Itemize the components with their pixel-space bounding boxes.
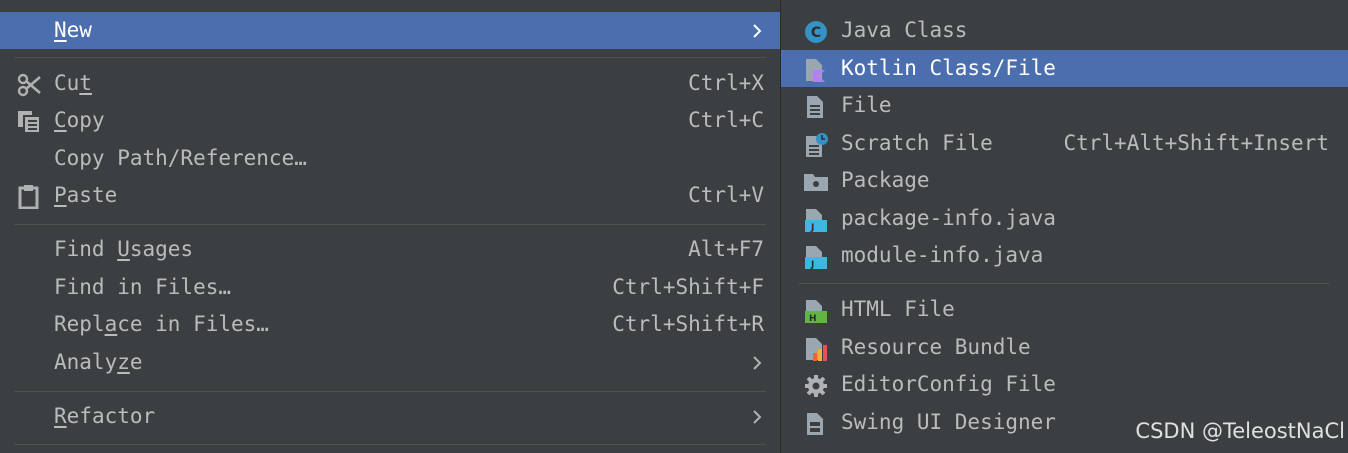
scratch-file-icon: [803, 132, 829, 157]
file-icon: [803, 94, 829, 118]
submenu-item-label: Kotlin Class/File: [841, 56, 1056, 80]
submenu-item-label: Resource Bundle: [841, 335, 1031, 359]
menu-item-copy-path[interactable]: Copy Path/Reference…: [0, 140, 780, 177]
submenu-item-shortcut: Ctrl+Alt+Shift+Insert: [1063, 131, 1329, 155]
menu-item-copy-shortcut: Ctrl+C: [688, 108, 764, 132]
menu-item-refactor[interactable]: Refactor: [0, 398, 780, 435]
menu-item-copy[interactable]: Copy Ctrl+C: [0, 102, 780, 139]
submenu-item-editorconfig[interactable]: EditorConfig File: [781, 366, 1348, 403]
chevron-right-icon: [750, 344, 764, 381]
submenu-item-label: module-info.java: [841, 243, 1044, 267]
submenu-item-html-file[interactable]: H HTML File: [781, 291, 1348, 328]
menu-item-replace-in-files-shortcut: Ctrl+Shift+R: [612, 312, 764, 336]
menu-top-strip: [0, 0, 780, 12]
menu-item-find-usages-label: Find Usages: [54, 237, 194, 261]
menu-separator: [14, 444, 766, 445]
svg-text:J: J: [810, 260, 814, 269]
submenu-item-label: HTML File: [841, 297, 955, 321]
package-folder-icon: [803, 169, 829, 193]
menu-item-find-in-files-shortcut: Ctrl+Shift+F: [612, 275, 764, 299]
resource-bundle-icon: [803, 336, 829, 361]
menu-separator: [14, 391, 766, 392]
submenu-item-label: package-info.java: [841, 206, 1056, 230]
submenu-item-label: EditorConfig File: [841, 372, 1056, 396]
menu-item-paste[interactable]: Paste Ctrl+V: [0, 177, 780, 214]
menu-item-analyze-label: Analyze: [54, 350, 143, 374]
copy-icon: [16, 109, 42, 134]
menu-item-copy-path-label: Copy Path/Reference…: [54, 146, 307, 170]
menu-item-cut-shortcut: Ctrl+X: [688, 71, 764, 95]
kotlin-file-icon: [803, 57, 829, 82]
chevron-right-icon: [750, 398, 764, 435]
menu-item-find-in-files-label: Find in Files…: [54, 275, 232, 299]
menu-item-copy-label: Copy: [54, 108, 105, 132]
chevron-right-icon: [750, 12, 764, 49]
submenu-item-file[interactable]: File: [781, 87, 1348, 124]
menu-item-analyze[interactable]: Analyze: [0, 344, 780, 381]
submenu-item-java-class[interactable]: C Java Class: [781, 12, 1348, 49]
menu-item-find-usages-shortcut: Alt+F7: [688, 237, 764, 261]
submenu-item-label: Java Class: [841, 18, 968, 42]
submenu-item-label: Swing UI Designer: [841, 410, 1056, 434]
submenu-item-kotlin-file[interactable]: Kotlin Class/File: [781, 50, 1348, 87]
submenu-item-scratch-file[interactable]: Scratch File Ctrl+Alt+Shift+Insert: [781, 125, 1348, 162]
submenu-item-label: Scratch File: [841, 131, 993, 155]
menu-item-new[interactable]: New: [0, 12, 780, 49]
menu-item-paste-shortcut: Ctrl+V: [688, 183, 764, 207]
menu-item-replace-in-files[interactable]: Replace in Files… Ctrl+Shift+R: [0, 306, 780, 343]
submenu-separator: [799, 283, 1329, 284]
menu-item-find-in-files[interactable]: Find in Files… Ctrl+Shift+F: [0, 269, 780, 306]
svg-text:J: J: [810, 223, 814, 232]
java-class-icon: C: [803, 19, 829, 43]
menu-item-cut[interactable]: Cut Ctrl+X: [0, 65, 780, 102]
menu-item-replace-in-files-label: Replace in Files…: [54, 312, 269, 336]
menu-item-cut-label: Cut: [54, 71, 92, 95]
context-menu: New Cut Ctrl+X Copy Ctrl+C Copy Path/Ref…: [0, 0, 780, 453]
menu-separator: [14, 57, 766, 58]
submenu-item-module-info[interactable]: J module-info.java: [781, 237, 1348, 274]
ui-form-icon: [803, 411, 829, 435]
submenu-item-package-info[interactable]: J package-info.java: [781, 200, 1348, 237]
menu-item-refactor-label: Refactor: [54, 404, 156, 428]
new-submenu: C Java Class Kotlin Class/File File Scra…: [780, 0, 1348, 453]
submenu-item-package[interactable]: Package: [781, 162, 1348, 199]
menu-item-paste-label: Paste: [54, 183, 118, 207]
menu-item-new-label: New: [54, 18, 92, 42]
menu-separator: [14, 224, 766, 225]
context-menu-screen: New Cut Ctrl+X Copy Ctrl+C Copy Path/Ref…: [0, 0, 1348, 453]
html-file-icon: H: [803, 298, 829, 324]
java-file-icon: J: [803, 207, 829, 233]
scissors-icon: [16, 72, 42, 97]
submenu-item-resource-bundle[interactable]: Resource Bundle: [781, 329, 1348, 366]
svg-text:C: C: [811, 25, 821, 41]
gear-icon: [803, 373, 829, 397]
java-file-icon: J: [803, 244, 829, 270]
svg-text:H: H: [809, 314, 817, 323]
submenu-item-label: File: [841, 93, 892, 117]
watermark: CSDN @TeleostNaCl: [1135, 419, 1345, 443]
menu-item-find-usages[interactable]: Find Usages Alt+F7: [0, 231, 780, 268]
clipboard-icon: [16, 184, 42, 210]
submenu-item-label: Package: [841, 168, 930, 192]
